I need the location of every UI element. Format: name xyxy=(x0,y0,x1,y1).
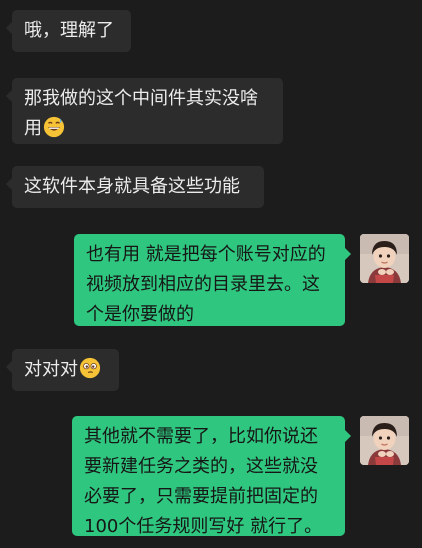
user-avatar[interactable] xyxy=(360,416,409,465)
message-text: 其他就不需要了，比如你说还要新建任务之类的，这些就没必要了，只需要提前把固定的1… xyxy=(84,426,323,537)
incoming-message-bubble[interactable]: 对对对 xyxy=(6,349,119,391)
outgoing-message-bubble[interactable]: 也有用 就是把每个账号对应的视频放到相应的目录里去。这个是你要做的 xyxy=(74,234,351,326)
chat-window: 哦，理解了 那我做的这个中间件其实没啥用 这软件本身就具备这些功能 也有用 就是… xyxy=(0,0,422,548)
child-portrait-icon xyxy=(360,234,409,283)
thinking-emoji-icon xyxy=(79,357,101,379)
child-portrait-icon xyxy=(360,416,409,465)
message-text: 这软件本身就具备这些功能 xyxy=(24,176,240,197)
message-text: 哦，理解了 xyxy=(24,20,114,41)
message-text: 也有用 就是把每个账号对应的视频放到相应的目录里去。这个是你要做的 xyxy=(86,244,326,325)
message-text: 对对对 xyxy=(24,359,78,380)
incoming-message-bubble[interactable]: 哦，理解了 xyxy=(6,10,131,52)
outgoing-message-bubble[interactable]: 其他就不需要了，比如你说还要新建任务之类的，这些就没必要了，只需要提前把固定的1… xyxy=(72,416,351,537)
user-avatar[interactable] xyxy=(360,234,409,283)
grin-sweat-emoji-icon xyxy=(43,116,65,138)
incoming-message-bubble[interactable]: 那我做的这个中间件其实没啥用 xyxy=(6,78,283,144)
incoming-message-bubble[interactable]: 这软件本身就具备这些功能 xyxy=(6,166,264,208)
